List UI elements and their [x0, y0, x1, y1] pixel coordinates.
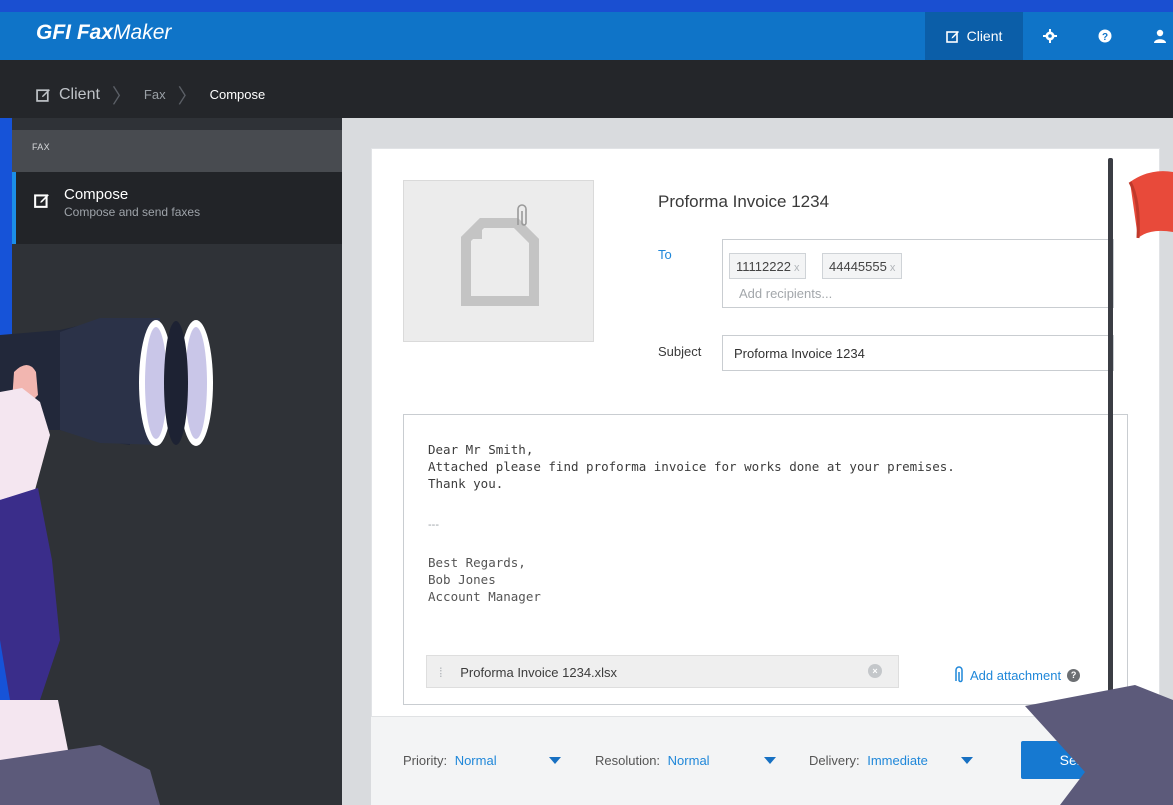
recipients-field[interactable]: 11112222 x 44445555 x Add recipients... — [722, 239, 1114, 308]
to-label: To — [658, 247, 672, 262]
paperclip-icon — [517, 204, 527, 226]
subject-input[interactable]: Proforma Invoice 1234 — [722, 335, 1114, 371]
breadcrumb: Client 〉 Fax 〉 Compose — [36, 80, 265, 109]
add-attachment-label: Add attachment — [970, 667, 1062, 683]
delivery-value: Immediate — [867, 753, 928, 768]
sidebar: FAX Compose Compose and send faxes — [12, 118, 342, 805]
sidebar-item-compose[interactable]: Compose Compose and send faxes — [12, 172, 342, 244]
recipients-placeholder[interactable]: Add recipients... — [739, 286, 832, 301]
priority-value: Normal — [454, 753, 497, 768]
brand-part-1: GFI — [36, 21, 71, 44]
recipient-number: 44445555 — [829, 259, 887, 274]
breadcrumb-current: Compose — [209, 87, 266, 102]
breadcrumb-client[interactable]: Client — [59, 86, 100, 104]
app-logo: GFI FaxMaker — [36, 21, 171, 45]
breadcrumb-fax[interactable]: Fax — [144, 87, 166, 102]
recipient-chip[interactable]: 11112222 x — [729, 253, 807, 279]
priority-select[interactable]: Priority: Normal — [403, 753, 497, 768]
message-body[interactable]: Dear Mr Smith, Attached please find prof… — [428, 441, 955, 492]
breadcrumb-separator: 〉 — [111, 86, 132, 108]
document-thumbnail — [403, 180, 594, 342]
delivery-label: Delivery: — [809, 753, 860, 768]
remove-attachment-icon[interactable]: × — [868, 664, 882, 678]
help-icon[interactable]: ? — [1085, 12, 1125, 60]
compose-footer: Priority: Normal Resolution: Normal Deli… — [371, 716, 1160, 805]
priority-caret-icon[interactable] — [549, 757, 561, 764]
left-edge-strip — [0, 118, 12, 805]
attachment-help-icon[interactable]: ? — [1067, 668, 1081, 682]
sidebar-item-subtitle: Compose and send faxes — [64, 205, 201, 219]
add-attachment-link[interactable]: Add attachment ? — [954, 666, 1081, 684]
edit-icon — [36, 89, 50, 102]
send-button[interactable]: Send — [1021, 741, 1131, 779]
attachment-filename: Proforma Invoice 1234.xlsx — [460, 665, 618, 680]
recipient-chip[interactable]: 44445555 x — [822, 253, 903, 279]
resolution-select[interactable]: Resolution: Normal — [595, 753, 710, 768]
attachment-item[interactable]: ⁞ Proforma Invoice 1234.xlsx × — [426, 655, 899, 688]
recipient-number: 11112222 — [736, 259, 791, 274]
delivery-select[interactable]: Delivery: Immediate — [809, 753, 928, 768]
svg-text:?: ? — [1102, 32, 1108, 43]
document-icon — [461, 218, 539, 306]
nav-client-button[interactable]: Client — [925, 12, 1023, 60]
signature-text[interactable]: Best Regards, Bob Jones Account Manager — [428, 554, 541, 605]
gear-icon[interactable] — [1030, 12, 1070, 60]
nav-client-label: Client — [966, 28, 1003, 44]
resolution-label: Resolution: — [595, 753, 661, 768]
breadcrumb-bar: Client 〉 Fax 〉 Compose — [0, 60, 1173, 118]
resolution-value: Normal — [667, 753, 710, 768]
resolution-caret-icon[interactable] — [764, 757, 776, 764]
user-icon[interactable] — [1140, 12, 1173, 60]
priority-label: Priority: — [403, 753, 448, 768]
paperclip-icon — [955, 666, 963, 683]
remove-recipient-icon[interactable]: x — [890, 262, 896, 274]
signature-separator: --- — [428, 519, 439, 531]
edit-icon — [945, 31, 959, 43]
brand-part-3: Maker — [113, 21, 172, 44]
message-editor[interactable]: Dear Mr Smith, Attached please find prof… — [403, 414, 1128, 705]
delivery-caret-icon[interactable] — [961, 757, 973, 764]
remove-recipient-icon[interactable]: x — [794, 262, 800, 274]
fax-title: Proforma Invoice 1234 — [658, 192, 830, 211]
subject-label: Subject — [658, 344, 702, 359]
sidebar-item-title: Compose — [64, 186, 129, 203]
top-header-bar: GFI FaxMaker Client ? — [0, 12, 1173, 60]
drag-handle-icon[interactable]: ⁞ — [439, 665, 443, 680]
brand-part-2: Fax — [76, 21, 114, 44]
sidebar-section-header: FAX — [12, 130, 342, 172]
breadcrumb-separator: 〉 — [177, 86, 198, 108]
edit-icon — [34, 194, 49, 208]
